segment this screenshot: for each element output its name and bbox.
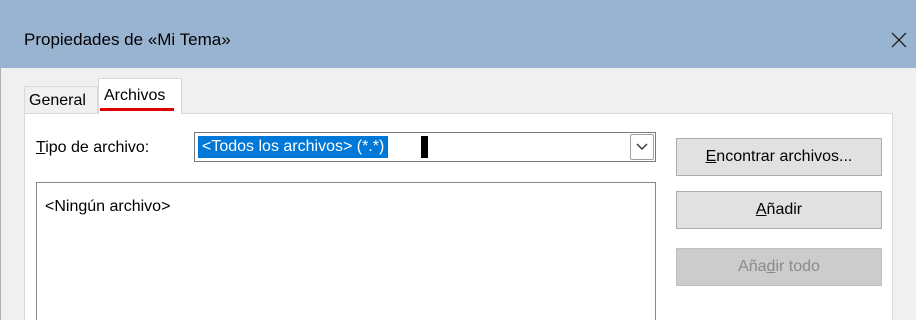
file-list[interactable]: <Ningún archivo> [36, 182, 656, 320]
list-item[interactable]: <Ningún archivo> [45, 197, 170, 217]
file-type-select[interactable]: <Todos los archivos> (*.*) [194, 132, 656, 162]
add-all-button[interactable]: Añadir todo [676, 248, 882, 286]
tab-general[interactable]: General [24, 86, 98, 113]
chevron-down-icon [636, 143, 648, 150]
text-cursor [421, 136, 428, 158]
file-type-label: Tipo de archivo: [36, 138, 149, 158]
properties-dialog: Propiedades de «Mi Tema» General Archivo… [0, 0, 916, 320]
close-button[interactable] [882, 16, 916, 64]
add-button[interactable]: Añadir [676, 191, 882, 229]
file-type-label-accel: T [36, 139, 46, 156]
find-files-label: ncontrar archivos... [716, 148, 853, 165]
file-type-selected-value: <Todos los archivos> (*.*) [198, 136, 389, 158]
add-accel: A [755, 201, 767, 218]
find-files-button[interactable]: Encontrar archivos... [676, 138, 882, 176]
file-type-label-text: ipo de archivo: [45, 139, 150, 156]
active-tab-indicator [100, 108, 174, 111]
dropdown-button[interactable] [630, 134, 654, 160]
dialog-left-edge [0, 68, 1, 320]
add-all-label-pre: Aña [738, 258, 767, 275]
add-label: ñadir [766, 201, 803, 218]
close-icon [891, 32, 907, 48]
title-bar: Propiedades de «Mi Tema» [0, 0, 916, 68]
add-all-label-rest: ir todo [775, 258, 820, 275]
dialog-title: Propiedades de «Mi Tema» [24, 30, 231, 49]
find-files-accel: E [705, 148, 717, 165]
